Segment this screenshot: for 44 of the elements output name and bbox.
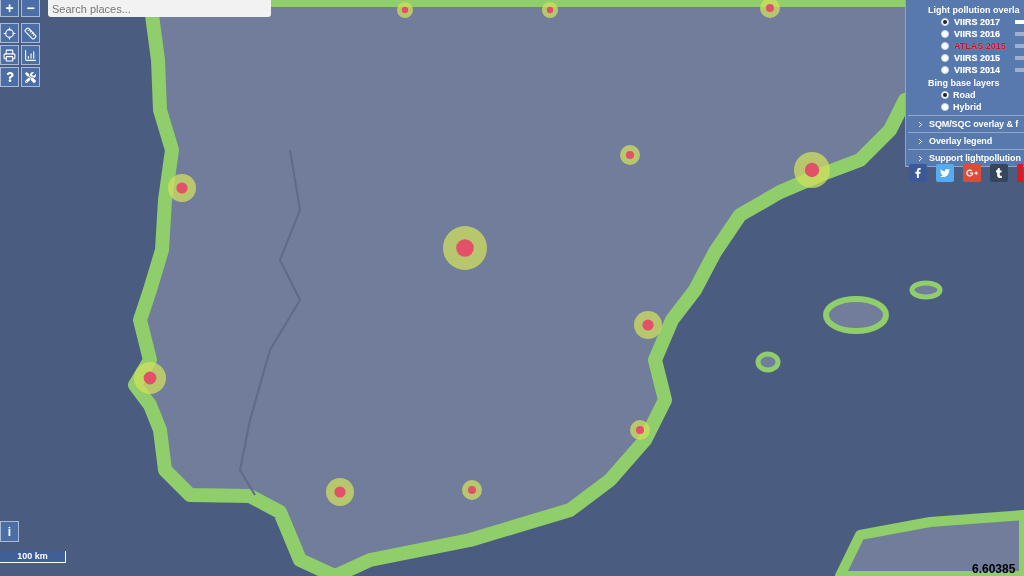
info-button[interactable]: i	[0, 521, 19, 542]
print-button[interactable]	[0, 45, 19, 65]
radio-button[interactable]	[941, 103, 949, 111]
search-field[interactable]: Search places...	[48, 0, 271, 17]
overlay-option[interactable]: VIIRS 2014	[953, 64, 1002, 76]
locate-button[interactable]	[0, 23, 19, 43]
tools-icon	[25, 71, 36, 83]
printer-icon	[3, 48, 16, 62]
coordinate-readout: 6.60385	[972, 562, 1016, 576]
scale-bar: 100 km	[0, 551, 66, 563]
locate-icon	[3, 26, 16, 40]
radio-button[interactable]	[941, 91, 949, 99]
zoom-in-button[interactable]: +	[0, 0, 19, 17]
opacity-slider[interactable]	[1015, 44, 1024, 48]
section-header[interactable]: SQM/SQC overlay & f	[908, 115, 1024, 132]
radio-button[interactable]	[941, 42, 949, 50]
chart-icon	[24, 48, 37, 62]
overlay-option[interactable]: VIIRS 2017	[953, 16, 1002, 28]
opacity-slider[interactable]	[1015, 68, 1024, 72]
ruler-icon	[24, 26, 37, 40]
radio-button[interactable]	[941, 18, 949, 26]
opacity-slider[interactable]	[1015, 20, 1024, 24]
radio-button[interactable]	[941, 66, 949, 74]
radio-button[interactable]	[941, 30, 949, 38]
help-button[interactable]	[0, 67, 19, 87]
section-header[interactable]: Overlay legend	[908, 132, 1024, 149]
twitter-icon[interactable]	[936, 164, 954, 182]
facebook-icon[interactable]	[909, 164, 927, 182]
opacity-slider[interactable]	[1015, 56, 1024, 60]
chart-button[interactable]	[21, 45, 40, 65]
base-layer-option[interactable]: Road	[953, 89, 976, 101]
base-layers-heading: Bing base layers	[928, 77, 1001, 89]
measure-button[interactable]	[21, 23, 40, 43]
overlay-option[interactable]: VIIRS 2015	[953, 52, 1002, 64]
overlay-heading: Light pollution overla	[928, 4, 1021, 16]
opacity-slider[interactable]	[1015, 32, 1024, 36]
base-layer-option[interactable]: Hybrid	[953, 101, 982, 113]
tumblr-icon[interactable]	[990, 164, 1008, 182]
zoom-out-button[interactable]: −	[21, 0, 40, 17]
help-icon	[4, 72, 15, 82]
overlay-option[interactable]: VIIRS 2016	[953, 28, 1002, 40]
radio-button[interactable]	[941, 54, 949, 62]
google-plus-icon[interactable]	[963, 164, 981, 182]
tools-button[interactable]	[21, 67, 40, 87]
